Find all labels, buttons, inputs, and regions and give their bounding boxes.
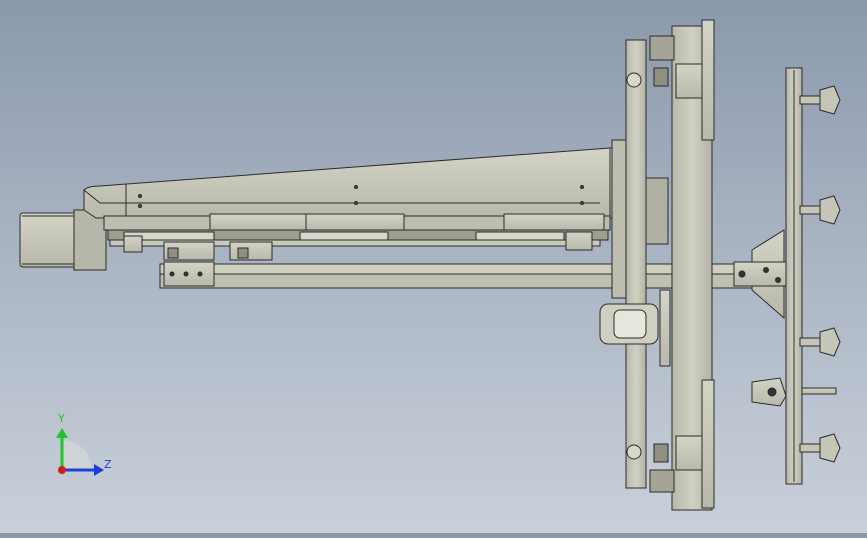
triad-y-label: Y [58, 412, 65, 425]
cad-model-viewport[interactable]: Y Z [0, 0, 867, 533]
coordinate-triad-icon [56, 428, 104, 476]
gantry-robot-drawing[interactable] [0, 0, 867, 533]
triad-z-label: Z [104, 458, 112, 471]
servo-motor [19, 209, 107, 271]
gripper-bar [785, 67, 803, 485]
horizontal-push-arm [159, 261, 761, 289]
suction-cup [799, 85, 841, 463]
tapered-arm-beam [83, 147, 625, 219]
